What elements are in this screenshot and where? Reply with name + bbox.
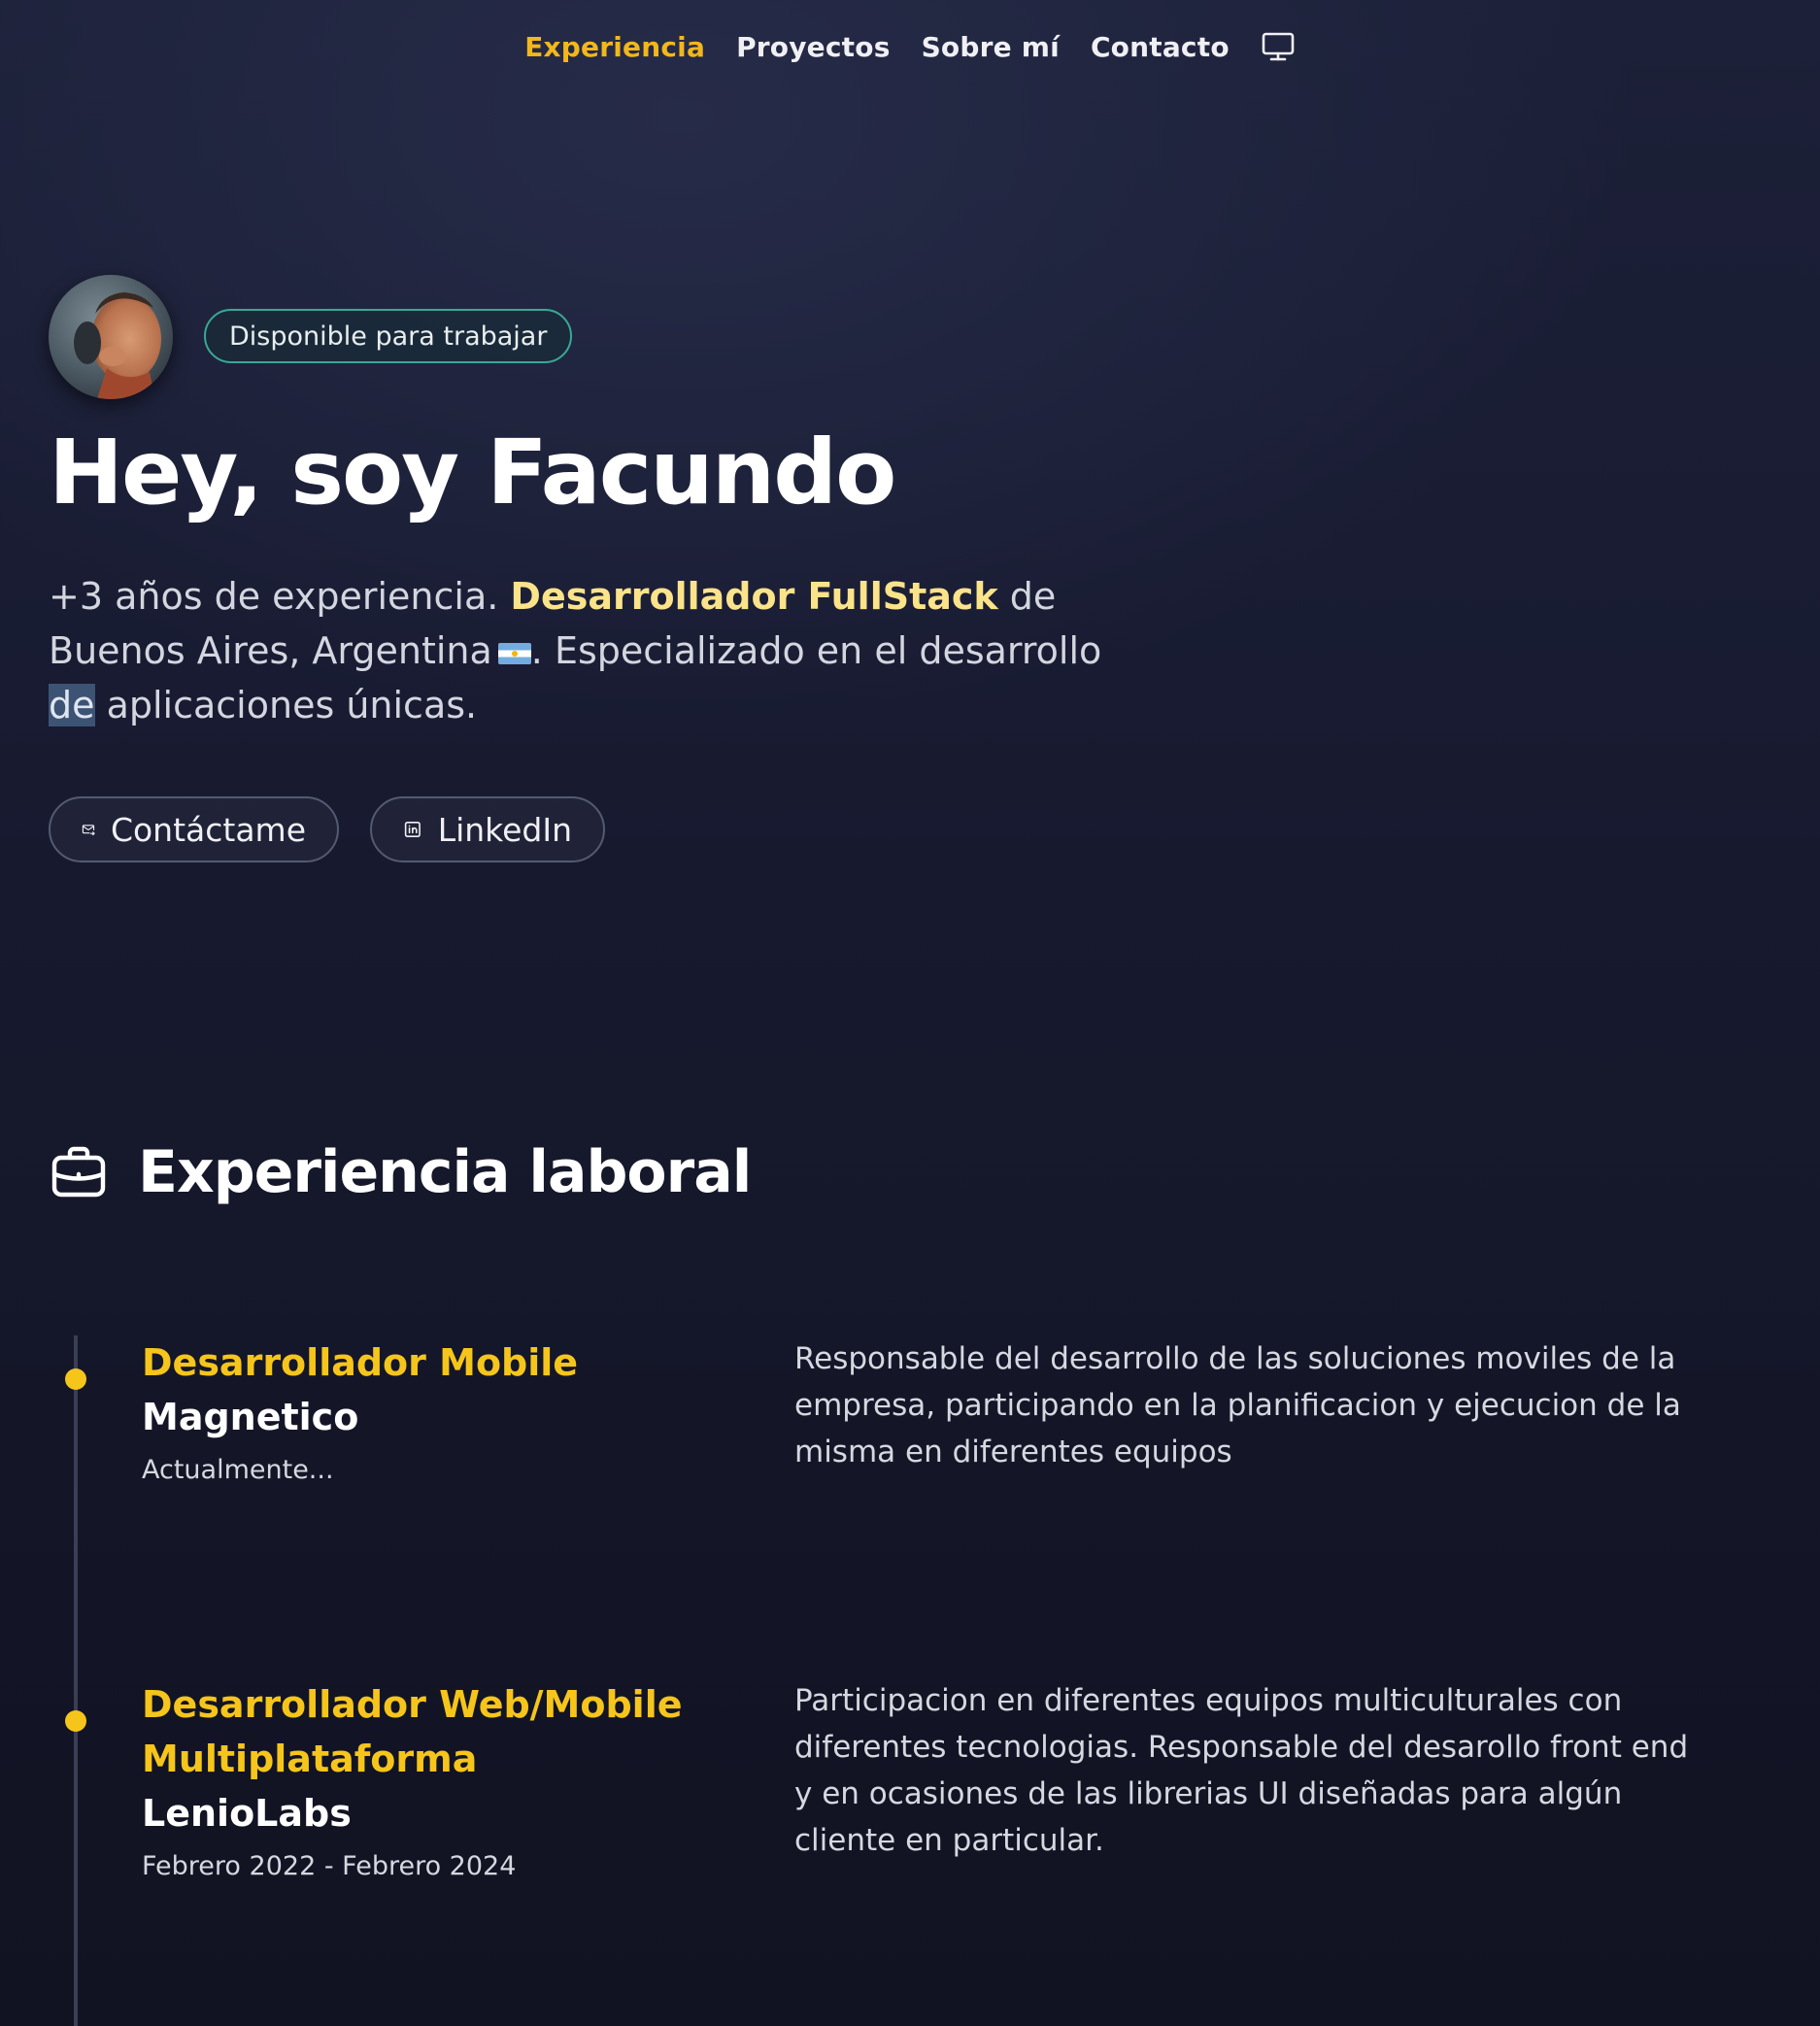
briefcase-icon xyxy=(51,1146,106,1198)
job-role: Desarrollador Web/Mobile Multiplataforma xyxy=(142,1683,683,1780)
mail-forward-icon xyxy=(82,825,95,836)
linkedin-icon xyxy=(404,821,421,838)
monitor-icon[interactable] xyxy=(1261,29,1296,64)
job-date: Febrero 2022 - Febrero 2024 xyxy=(142,1851,517,1881)
linkedin-button[interactable]: LinkedIn xyxy=(370,796,605,862)
job-date: Actualmente... xyxy=(142,1455,334,1485)
timeline-dot xyxy=(65,1710,86,1732)
linkedin-button-label: LinkedIn xyxy=(437,810,572,849)
top-nav: Experiencia Proyectos Sobre mí Contacto xyxy=(0,23,1820,70)
hero-desc-highlight: Desarrollador FullStack xyxy=(510,575,998,618)
hero-desc-part4: aplicaciones únicas. xyxy=(94,684,478,726)
hero-title: Hey, soy Facundo xyxy=(49,421,896,524)
job-description: Participacion en diferentes equipos mult… xyxy=(794,1683,1689,1858)
experience-section-header: Experiencia laboral xyxy=(49,1138,752,1206)
contact-button-label: Contáctame xyxy=(110,810,306,849)
availability-badge: Disponible para trabajar xyxy=(204,309,573,363)
hero-desc-part3: . Especializado en el desarrollo xyxy=(530,629,1102,672)
nav-link-contacto[interactable]: Contacto xyxy=(1091,31,1230,63)
job-description: Responsable del desarrollo de las soluci… xyxy=(794,1341,1681,1469)
hero-description: +3 años de experiencia. Desarrollador Fu… xyxy=(49,569,1146,732)
nav-link-sobre-mi[interactable]: Sobre mí xyxy=(922,31,1060,63)
avatar xyxy=(49,275,173,399)
job-role: Desarrollador Mobile xyxy=(142,1341,579,1384)
job-company: LenioLabs xyxy=(142,1792,352,1835)
nav-link-experiencia[interactable]: Experiencia xyxy=(524,31,705,63)
timeline-dot xyxy=(65,1368,86,1390)
hero-desc-part1: +3 años de experiencia. xyxy=(49,575,511,618)
hero-desc-selected: de xyxy=(49,684,95,726)
job-company: Magnetico xyxy=(142,1396,359,1438)
contact-button[interactable]: Contáctame xyxy=(49,796,339,862)
timeline-line xyxy=(74,1335,78,2026)
experience-section-title: Experiencia laboral xyxy=(138,1138,752,1206)
nav-link-proyectos[interactable]: Proyectos xyxy=(736,31,891,63)
argentina-flag-icon xyxy=(497,643,531,664)
